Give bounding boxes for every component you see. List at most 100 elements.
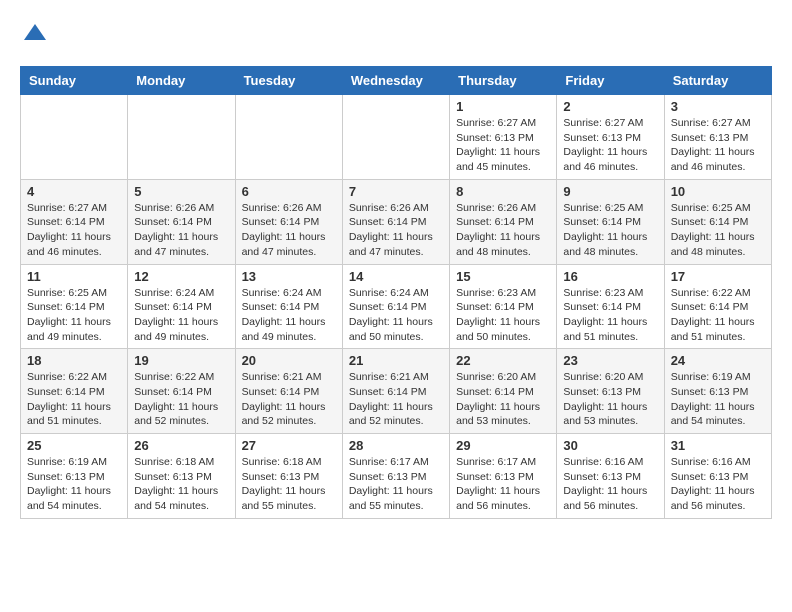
- day-cell: 28 Sunrise: 6:17 AM Sunset: 6:13 PM Dayli…: [342, 434, 449, 519]
- day-info: Sunrise: 6:26 AM Sunset: 6:14 PM Dayligh…: [134, 201, 228, 260]
- day-number: 9: [563, 184, 657, 199]
- day-number: 19: [134, 353, 228, 368]
- day-number: 16: [563, 269, 657, 284]
- day-info: Sunrise: 6:26 AM Sunset: 6:14 PM Dayligh…: [349, 201, 443, 260]
- day-info: Sunrise: 6:26 AM Sunset: 6:14 PM Dayligh…: [242, 201, 336, 260]
- day-info: Sunrise: 6:24 AM Sunset: 6:14 PM Dayligh…: [134, 286, 228, 345]
- day-info: Sunrise: 6:27 AM Sunset: 6:14 PM Dayligh…: [27, 201, 121, 260]
- day-cell: 17Sunrise: 6:22 AM Sunset: 6:14 PM Dayli…: [664, 264, 771, 349]
- day-info: Sunrise: 6:22 AM Sunset: 6:14 PM Dayligh…: [134, 370, 228, 429]
- day-number: 31: [671, 438, 765, 453]
- day-info: Sunrise: 6:17 AM Sunset: 6:13 PM Dayligh…: [349, 455, 443, 514]
- day-number: 28: [349, 438, 443, 453]
- day-info: Sunrise: 6:25 AM Sunset: 6:14 PM Dayligh…: [563, 201, 657, 260]
- day-cell: 5 Sunrise: 6:26 AM Sunset: 6:14 PM Daylig…: [128, 179, 235, 264]
- logo-icon: [20, 20, 50, 50]
- day-info: Sunrise: 6:20 AM Sunset: 6:14 PM Dayligh…: [456, 370, 550, 429]
- day-number: 13: [242, 269, 336, 284]
- day-number: 14: [349, 269, 443, 284]
- day-cell: 22 Sunrise: 6:20 AM Sunset: 6:14 PM Dayli…: [450, 349, 557, 434]
- day-cell: 1 Sunrise: 6:27 AM Sunset: 6:13 PM Daylig…: [450, 95, 557, 180]
- day-header-saturday: Saturday: [664, 67, 771, 95]
- day-info: Sunrise: 6:22 AM Sunset: 6:14 PM Dayligh…: [671, 286, 765, 345]
- day-info: Sunrise: 6:18 AM Sunset: 6:13 PM Dayligh…: [242, 455, 336, 514]
- day-cell: 18 Sunrise: 6:22 AM Sunset: 6:14 PM Dayli…: [21, 349, 128, 434]
- day-cell: 4Sunrise: 6:27 AM Sunset: 6:14 PM Daylig…: [21, 179, 128, 264]
- day-number: 10: [671, 184, 765, 199]
- day-number: 25: [27, 438, 121, 453]
- week-row-3: 11 Sunrise: 6:25 AM Sunset: 6:14 PM Dayli…: [21, 264, 772, 349]
- day-number: 12: [134, 269, 228, 284]
- day-cell: [21, 95, 128, 180]
- day-info: Sunrise: 6:19 AM Sunset: 6:13 PM Dayligh…: [671, 370, 765, 429]
- day-header-thursday: Thursday: [450, 67, 557, 95]
- day-cell: 31 Sunrise: 6:16 AM Sunset: 6:13 PM Dayli…: [664, 434, 771, 519]
- week-row-5: 25 Sunrise: 6:19 AM Sunset: 6:13 PM Dayli…: [21, 434, 772, 519]
- day-number: 23: [563, 353, 657, 368]
- header: [20, 20, 772, 50]
- day-cell: 16 Sunrise: 6:23 AM Sunset: 6:14 PM Dayli…: [557, 264, 664, 349]
- day-number: 11: [27, 269, 121, 284]
- logo: [20, 20, 54, 50]
- day-info: Sunrise: 6:22 AM Sunset: 6:14 PM Dayligh…: [27, 370, 121, 429]
- day-number: 6: [242, 184, 336, 199]
- header-row: SundayMondayTuesdayWednesdayThursdayFrid…: [21, 67, 772, 95]
- day-info: Sunrise: 6:26 AM Sunset: 6:14 PM Dayligh…: [456, 201, 550, 260]
- week-row-1: 1 Sunrise: 6:27 AM Sunset: 6:13 PM Daylig…: [21, 95, 772, 180]
- day-info: Sunrise: 6:25 AM Sunset: 6:14 PM Dayligh…: [27, 286, 121, 345]
- day-number: 22: [456, 353, 550, 368]
- week-row-2: 4Sunrise: 6:27 AM Sunset: 6:14 PM Daylig…: [21, 179, 772, 264]
- day-info: Sunrise: 6:19 AM Sunset: 6:13 PM Dayligh…: [27, 455, 121, 514]
- day-cell: 10 Sunrise: 6:25 AM Sunset: 6:14 PM Dayli…: [664, 179, 771, 264]
- day-info: Sunrise: 6:23 AM Sunset: 6:14 PM Dayligh…: [563, 286, 657, 345]
- day-info: Sunrise: 6:27 AM Sunset: 6:13 PM Dayligh…: [456, 116, 550, 175]
- day-info: Sunrise: 6:24 AM Sunset: 6:14 PM Dayligh…: [349, 286, 443, 345]
- day-cell: [235, 95, 342, 180]
- day-cell: 15 Sunrise: 6:23 AM Sunset: 6:14 PM Dayli…: [450, 264, 557, 349]
- day-number: 5: [134, 184, 228, 199]
- day-cell: 24 Sunrise: 6:19 AM Sunset: 6:13 PM Dayli…: [664, 349, 771, 434]
- day-cell: 8 Sunrise: 6:26 AM Sunset: 6:14 PM Daylig…: [450, 179, 557, 264]
- day-cell: 11 Sunrise: 6:25 AM Sunset: 6:14 PM Dayli…: [21, 264, 128, 349]
- day-cell: 2Sunrise: 6:27 AM Sunset: 6:13 PM Daylig…: [557, 95, 664, 180]
- day-cell: 21Sunrise: 6:21 AM Sunset: 6:14 PM Dayli…: [342, 349, 449, 434]
- day-info: Sunrise: 6:20 AM Sunset: 6:13 PM Dayligh…: [563, 370, 657, 429]
- day-cell: 14 Sunrise: 6:24 AM Sunset: 6:14 PM Dayli…: [342, 264, 449, 349]
- day-cell: 9 Sunrise: 6:25 AM Sunset: 6:14 PM Daylig…: [557, 179, 664, 264]
- day-info: Sunrise: 6:18 AM Sunset: 6:13 PM Dayligh…: [134, 455, 228, 514]
- day-cell: [128, 95, 235, 180]
- day-cell: [342, 95, 449, 180]
- day-info: Sunrise: 6:23 AM Sunset: 6:14 PM Dayligh…: [456, 286, 550, 345]
- calendar-table: SundayMondayTuesdayWednesdayThursdayFrid…: [20, 66, 772, 519]
- day-cell: 12 Sunrise: 6:24 AM Sunset: 6:14 PM Dayli…: [128, 264, 235, 349]
- day-number: 27: [242, 438, 336, 453]
- day-number: 29: [456, 438, 550, 453]
- day-header-monday: Monday: [128, 67, 235, 95]
- day-number: 15: [456, 269, 550, 284]
- day-number: 7: [349, 184, 443, 199]
- day-header-friday: Friday: [557, 67, 664, 95]
- day-info: Sunrise: 6:17 AM Sunset: 6:13 PM Dayligh…: [456, 455, 550, 514]
- week-row-4: 18 Sunrise: 6:22 AM Sunset: 6:14 PM Dayli…: [21, 349, 772, 434]
- day-number: 1: [456, 99, 550, 114]
- day-number: 20: [242, 353, 336, 368]
- day-cell: 13Sunrise: 6:24 AM Sunset: 6:14 PM Dayli…: [235, 264, 342, 349]
- day-info: Sunrise: 6:21 AM Sunset: 6:14 PM Dayligh…: [242, 370, 336, 429]
- day-header-tuesday: Tuesday: [235, 67, 342, 95]
- day-number: 18: [27, 353, 121, 368]
- day-cell: 3Sunrise: 6:27 AM Sunset: 6:13 PM Daylig…: [664, 95, 771, 180]
- day-info: Sunrise: 6:16 AM Sunset: 6:13 PM Dayligh…: [671, 455, 765, 514]
- day-info: Sunrise: 6:16 AM Sunset: 6:13 PM Dayligh…: [563, 455, 657, 514]
- day-cell: 23 Sunrise: 6:20 AM Sunset: 6:13 PM Dayli…: [557, 349, 664, 434]
- day-number: 24: [671, 353, 765, 368]
- day-number: 26: [134, 438, 228, 453]
- day-info: Sunrise: 6:27 AM Sunset: 6:13 PM Dayligh…: [671, 116, 765, 175]
- day-cell: 26 Sunrise: 6:18 AM Sunset: 6:13 PM Dayli…: [128, 434, 235, 519]
- day-number: 8: [456, 184, 550, 199]
- day-cell: 19 Sunrise: 6:22 AM Sunset: 6:14 PM Dayli…: [128, 349, 235, 434]
- day-info: Sunrise: 6:25 AM Sunset: 6:14 PM Dayligh…: [671, 201, 765, 260]
- day-header-wednesday: Wednesday: [342, 67, 449, 95]
- day-cell: 25 Sunrise: 6:19 AM Sunset: 6:13 PM Dayli…: [21, 434, 128, 519]
- day-cell: 27 Sunrise: 6:18 AM Sunset: 6:13 PM Dayli…: [235, 434, 342, 519]
- day-info: Sunrise: 6:21 AM Sunset: 6:14 PM Dayligh…: [349, 370, 443, 429]
